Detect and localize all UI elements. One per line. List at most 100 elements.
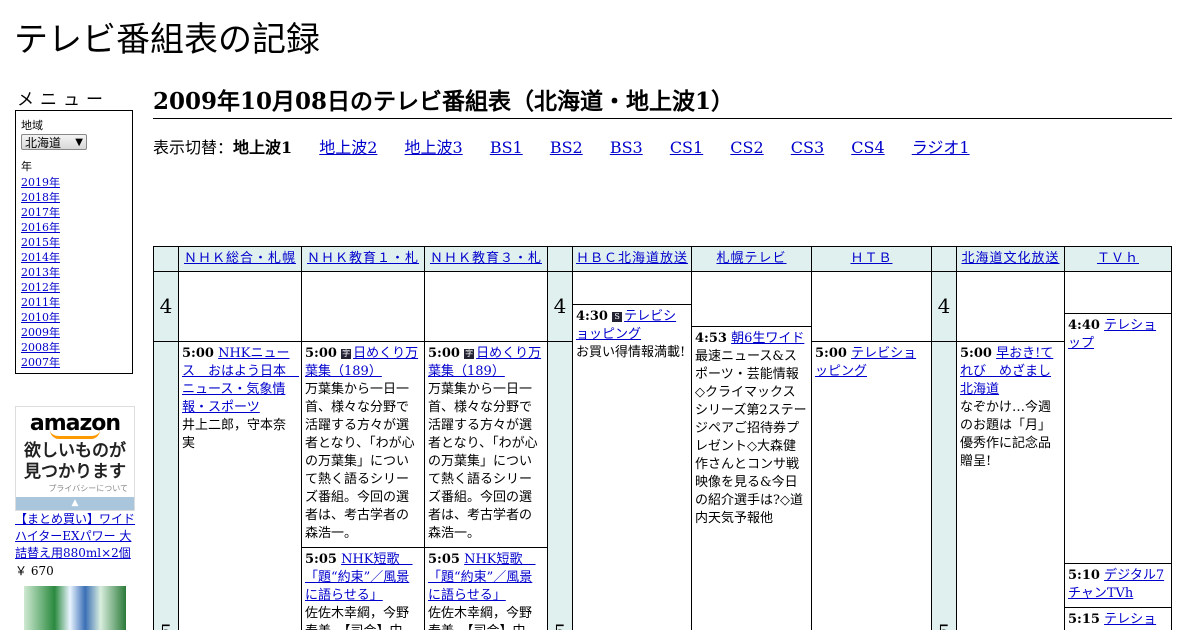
ad-expand-icon[interactable]: ▲ <box>16 497 134 510</box>
display-switch: 表示切替：地上波1 地上波2 地上波3 BS1 BS2 BS3 CS1 CS2 … <box>153 134 970 158</box>
program-cell: 5:05 NHK短歌 「題“約束”／風景に語らせる」 佐佐木幸綱，今野寿美，【司… <box>301 547 425 630</box>
program-time: 5:10 <box>1068 568 1100 583</box>
year-link-2009[interactable]: 2009年 <box>21 325 127 340</box>
year-link-2008[interactable]: 2008年 <box>21 340 127 355</box>
year-link-2015[interactable]: 2015年 <box>21 235 127 250</box>
empty-slot <box>572 271 692 305</box>
region-select[interactable]: 北海道 ▼ <box>21 134 87 150</box>
program-title-link[interactable]: 朝6生ワイド <box>731 331 804 346</box>
program-time: 5:00 <box>305 346 337 361</box>
hour-marker: 5 <box>153 341 179 630</box>
program-desc: 万葉集から一日一首、様々な分野で活躍する方々が選者となり、「わが心の万葉集」につ… <box>305 382 415 541</box>
program-time: 5:00 <box>960 346 992 361</box>
year-link-2014[interactable]: 2014年 <box>21 250 127 265</box>
ad-message-line2: 見つかります <box>24 462 126 482</box>
year-link-2010[interactable]: 2010年 <box>21 310 127 325</box>
year-link-2013[interactable]: 2013年 <box>21 265 127 280</box>
channel-link[interactable]: 北海道文化放送 <box>961 251 1059 266</box>
program-time: 4:30 <box>576 309 608 324</box>
empty-slot <box>691 271 812 327</box>
empty-slot <box>301 271 425 342</box>
channel-header-htb[interactable]: ＨＴＢ <box>811 246 932 272</box>
switch-link-cs3[interactable]: CS3 <box>791 138 824 157</box>
program-cell: 5:05 NHK短歌 「題“約束”／風景に語らせる」 佐佐木幸綱，今野寿美，【司… <box>424 547 548 630</box>
switch-link-terrestrial2[interactable]: 地上波2 <box>319 138 377 157</box>
switch-link-cs1[interactable]: CS1 <box>670 138 703 157</box>
hour-marker: 5 <box>931 341 957 630</box>
switch-link-bs3[interactable]: BS3 <box>610 138 643 157</box>
year-link-2017[interactable]: 2017年 <box>21 205 127 220</box>
program-grid: ＮＨＫ総合・札幌 ＮＨＫ教育１・札幌 ＮＨＫ教育３・札幌 ＨＢＣ北海道放送 札幌… <box>153 246 1172 630</box>
year-link-2016[interactable]: 2016年 <box>21 220 127 235</box>
program-time: 5:00 <box>428 346 460 361</box>
year-label: 年 <box>21 160 32 173</box>
channel-header-nhk-e3[interactable]: ＮＨＫ教育３・札幌 <box>424 246 548 290</box>
ad-message-line1: 欲しいものが <box>24 441 126 461</box>
program-time: 4:53 <box>695 331 727 346</box>
program-time: 5:05 <box>305 552 337 567</box>
chevron-down-icon: ▼ <box>75 137 83 148</box>
switch-link-radio1[interactable]: ラジオ1 <box>912 138 970 157</box>
caption-icon: 字 <box>464 349 475 359</box>
program-cell: 5:00 字日めくり万葉集（189） 万葉集から一日一首、様々な分野で活躍する方… <box>424 341 548 548</box>
switch-link-bs1[interactable]: BS1 <box>490 138 523 157</box>
program-cell: 5:00 NHKニュース おはよう日本 ニュース・気象情報・スポーツ 井上二郎，… <box>178 341 302 630</box>
product-image[interactable] <box>24 586 126 630</box>
program-time: 5:00 <box>815 346 847 361</box>
channel-header-stv[interactable]: 札幌テレビ <box>691 246 812 272</box>
channel-header-hbc[interactable]: ＨＢＣ北海道放送 <box>572 246 692 272</box>
switch-link-terrestrial3[interactable]: 地上波3 <box>405 138 463 157</box>
region-label: 地域 <box>21 119 43 132</box>
grid-spacer-header <box>931 246 957 272</box>
year-link-2007[interactable]: 2007年 <box>21 355 127 370</box>
channel-link[interactable]: ＮＨＫ総合・札幌 <box>184 251 296 266</box>
ad-product-link[interactable]: 【まとめ買い】ワイドハイターEXパワー 大詰替え用880ml×2個 <box>15 511 140 562</box>
amazon-ad-banner[interactable]: amazon 欲しいものが 見つかります プライバシーについて ▲ <box>15 406 135 511</box>
channel-header-nhk-sogo[interactable]: ＮＨＫ総合・札幌 <box>178 246 302 272</box>
year-link-2018[interactable]: 2018年 <box>21 190 127 205</box>
page-heading: 2009年10月08日のテレビ番組表（北海道・地上波1） <box>153 82 1172 119</box>
program-cell: 5:00 テレビショッピング <box>811 341 932 630</box>
program-desc: 佐佐木幸綱，今野寿美，【司会】中 <box>305 606 410 630</box>
year-link-2011[interactable]: 2011年 <box>21 295 127 310</box>
ad-privacy-link[interactable]: プライバシーについて <box>48 483 128 494</box>
site-title: テレビ番組表の記録 <box>14 20 320 60</box>
empty-slot <box>178 271 302 342</box>
switch-link-cs2[interactable]: CS2 <box>730 138 763 157</box>
program-time: 5:15 <box>1068 612 1100 627</box>
channel-link[interactable]: 札幌テレビ <box>716 251 786 266</box>
program-cell: 4:40 テレショップ <box>1064 313 1172 564</box>
grid-corner <box>153 246 179 272</box>
stereo-icon: S <box>612 312 623 322</box>
menu-box: 地域 北海道 ▼ 年 2019年 2018年 2017年 2016年 2015年… <box>15 110 133 374</box>
channel-link[interactable]: ＨＢＣ北海道放送 <box>576 251 688 266</box>
program-desc: なぞかけ…今週のお題は「月」優秀作に記念品贈呈! <box>960 400 1052 469</box>
grid-spacer-header <box>547 246 573 272</box>
program-time: 4:40 <box>1068 318 1100 333</box>
program-time: 5:05 <box>428 552 460 567</box>
switch-link-cs4[interactable]: CS4 <box>851 138 884 157</box>
empty-slot <box>956 271 1065 342</box>
program-desc: 佐佐木幸綱，今野寿美，【司会】中 <box>428 606 533 630</box>
hour-marker: 5 <box>547 341 573 630</box>
program-desc: 最速ニュース&スポーツ・芸能情報◇クライマックスシリーズ第2ステージペアご招待券… <box>695 349 807 526</box>
switch-link-bs2[interactable]: BS2 <box>550 138 583 157</box>
channel-link[interactable]: ＨＴＢ <box>850 251 892 266</box>
switch-label: 表示切替： <box>153 138 234 157</box>
empty-slot <box>424 271 548 342</box>
hour-marker: 4 <box>547 271 573 342</box>
channel-header-tvh[interactable]: ＴＶｈ <box>1064 246 1172 272</box>
program-cell: 4:30 S テレビショッピング お買い得情報満載! <box>572 304 692 630</box>
hour-marker: 4 <box>153 271 179 342</box>
region-select-value: 北海道 <box>25 136 62 150</box>
year-link-2019[interactable]: 2019年 <box>21 175 127 190</box>
channel-header-nhk-e1[interactable]: ＮＨＫ教育１・札幌 <box>301 246 425 290</box>
channel-header-uhb[interactable]: 北海道文化放送 <box>956 246 1065 272</box>
program-cell: 5:10 デジタル7チャンTVh <box>1064 563 1172 608</box>
year-link-2012[interactable]: 2012年 <box>21 280 127 295</box>
channel-link[interactable]: ＴＶｈ <box>1097 251 1139 266</box>
program-time: 5:00 <box>182 346 214 361</box>
switch-current: 地上波1 <box>233 138 293 157</box>
program-cell: 5:00 早おき!てれび めざまし北海道 なぞかけ…今週のお題は「月」優秀作に記… <box>956 341 1065 630</box>
caption-icon: 字 <box>341 349 352 359</box>
